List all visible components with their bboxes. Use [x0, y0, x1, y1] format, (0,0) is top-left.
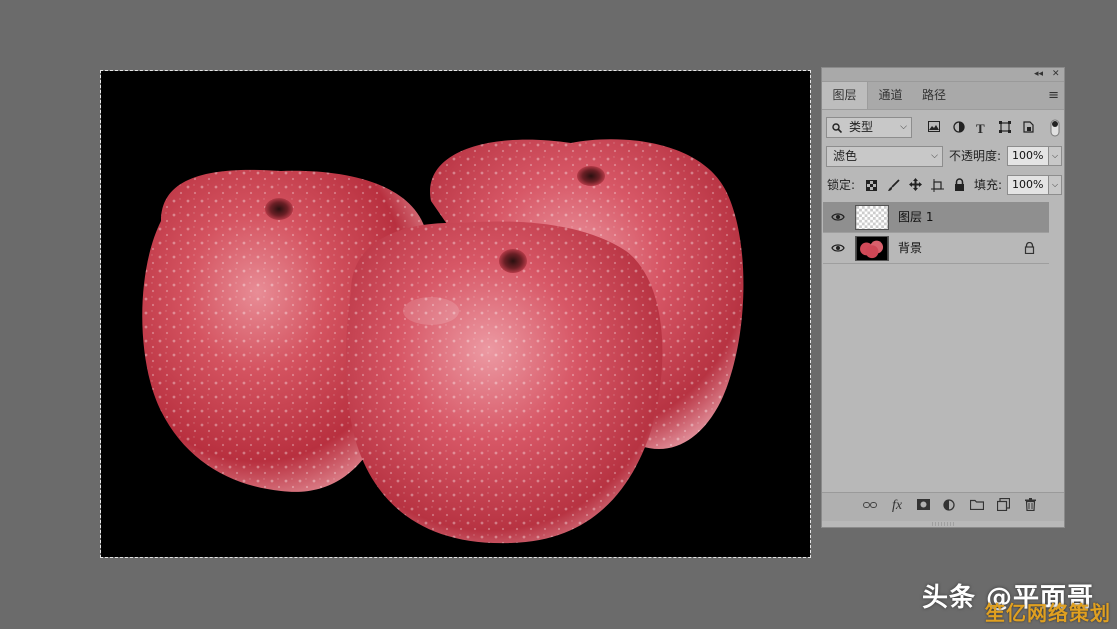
eye-icon[interactable]	[831, 210, 845, 224]
filter-row: 类型 ⌵ T	[822, 117, 1064, 141]
layer-row-layer-1[interactable]: 图层 1	[823, 202, 1049, 233]
adjustment-filter-icon[interactable]	[953, 121, 965, 133]
tab-channels[interactable]: 通道	[868, 82, 913, 109]
panel-resize-grip[interactable]	[932, 522, 956, 526]
layer-name[interactable]: 背景	[898, 233, 922, 264]
search-icon	[832, 123, 842, 133]
fill-dropdown-icon[interactable]: ⌵	[1048, 175, 1062, 195]
lock-icon[interactable]	[1024, 242, 1035, 254]
document-canvas[interactable]	[101, 71, 810, 557]
blend-mode-select[interactable]: 滤色 ⌵	[826, 146, 943, 167]
trash-icon[interactable]	[1025, 498, 1036, 511]
shape-filter-icon[interactable]	[999, 121, 1011, 133]
chevron-down-icon: ⌵	[900, 122, 907, 132]
collapse-panel-icon[interactable]: ◂◂	[1034, 68, 1043, 81]
opacity-input[interactable]: 100%	[1007, 146, 1049, 166]
layer-row-background[interactable]: 背景	[823, 233, 1049, 264]
panel-tabs: 图层 通道 路径 ≡	[822, 82, 1064, 110]
tab-layers[interactable]: 图层	[822, 82, 868, 109]
watermark-site: 笙亿网络策划	[985, 601, 1111, 625]
blend-row: 滤色 ⌵ 不透明度: 100% ⌵	[822, 146, 1064, 170]
adjustment-layer-icon[interactable]	[943, 499, 955, 511]
opacity-label: 不透明度:	[949, 149, 1002, 163]
transparent-thumbnail	[855, 205, 889, 230]
tab-paths[interactable]: 路径	[914, 82, 954, 109]
layers-list: 图层 1 背景	[822, 202, 1064, 264]
layers-panel: ◂◂ ✕ 图层 通道 路径 ≡ 类型 ⌵ T 滤色 ⌵ 不透明度: 100% ⌵…	[821, 67, 1065, 528]
apples-thumbnail	[855, 236, 889, 261]
chevron-down-icon: ⌵	[931, 151, 938, 161]
link-layers-icon[interactable]	[863, 501, 877, 509]
apple-front	[345, 221, 663, 544]
eye-icon[interactable]	[831, 241, 845, 255]
opacity-dropdown-icon[interactable]: ⌵	[1048, 146, 1062, 166]
apples-image	[142, 139, 744, 544]
fx-icon[interactable]: fx	[892, 497, 902, 515]
lock-paint-icon[interactable]	[887, 179, 900, 192]
blend-mode-value: 滤色	[833, 149, 858, 163]
lock-row: 锁定: 填充: 100% ⌵	[822, 175, 1064, 199]
panel-bottom-bar: fx	[822, 492, 1064, 521]
lock-all-icon[interactable]	[954, 178, 965, 191]
filter-toggle-switch[interactable]	[1050, 119, 1060, 137]
layers-scrollbar[interactable]	[1049, 203, 1061, 265]
panel-menu-icon[interactable]: ≡	[1048, 88, 1059, 103]
fill-label: 填充:	[974, 178, 1003, 192]
layer-name[interactable]: 图层 1	[898, 202, 933, 233]
lock-transparent-icon[interactable]	[866, 180, 877, 191]
smart-object-filter-icon[interactable]	[1023, 121, 1034, 133]
filter-type-select[interactable]: 类型 ⌵	[826, 117, 912, 138]
close-panel-icon[interactable]: ✕	[1052, 68, 1060, 81]
fill-input[interactable]: 100%	[1007, 175, 1049, 195]
layer-mask-icon[interactable]	[917, 499, 930, 510]
lock-position-icon[interactable]	[909, 178, 922, 191]
filter-type-value: 类型	[849, 120, 874, 134]
lock-label: 锁定:	[827, 178, 856, 192]
new-layer-icon[interactable]	[997, 498, 1010, 511]
image-filter-icon[interactable]	[928, 121, 940, 132]
type-filter-icon[interactable]: T	[976, 119, 985, 139]
panel-title-bar[interactable]: ◂◂ ✕	[822, 68, 1064, 82]
group-folder-icon[interactable]	[970, 499, 984, 510]
lock-artboard-icon[interactable]	[931, 179, 944, 192]
